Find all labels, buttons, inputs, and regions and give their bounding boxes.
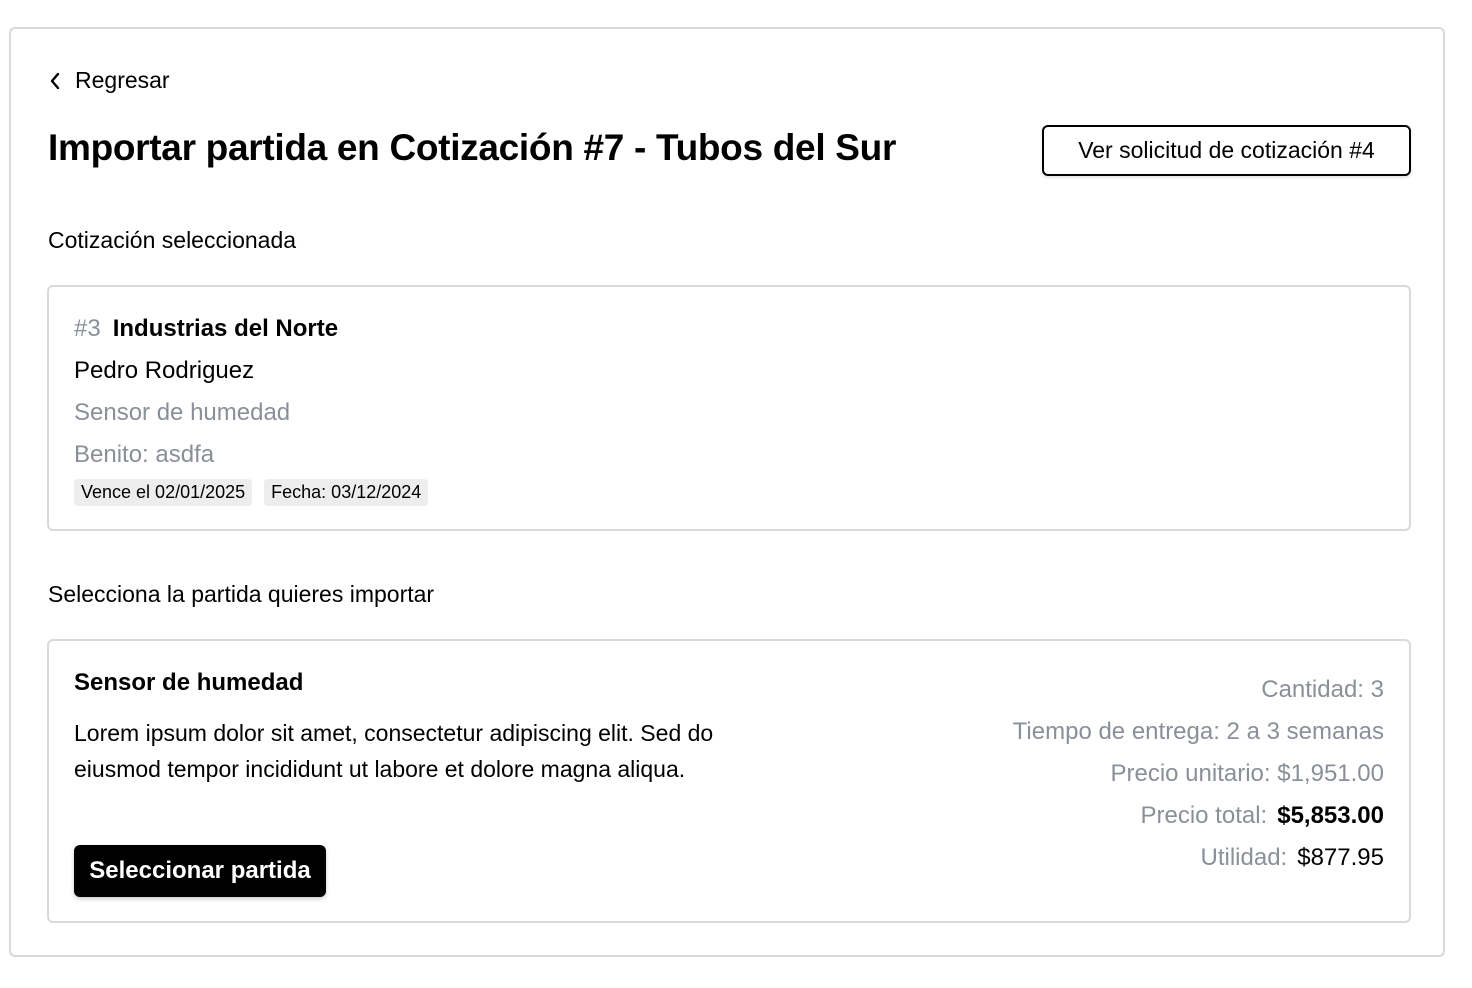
- selected-quote-card: #3 Industrias del Norte Pedro Rodriguez …: [47, 285, 1411, 531]
- item-lead-time: Tiempo de entrega: 2 a 3 semanas: [1012, 718, 1384, 745]
- item-unit-price: Precio unitario: $1,951.00: [1110, 760, 1384, 787]
- item-profit: Utilidad: $877.95: [1013, 837, 1384, 879]
- profit-label: Utilidad:: [1200, 844, 1288, 871]
- item-total-price: Precio total: $5,853.00: [1013, 795, 1384, 837]
- selected-quote-section-label: Cotización seleccionada: [48, 227, 297, 253]
- date-badge: Fecha: 03/12/2024: [264, 479, 429, 506]
- back-link-label: Regresar: [75, 67, 170, 93]
- total-price-value: $5,853.00: [1277, 802, 1384, 829]
- page-container: Regresar Importar partida en Cotización …: [9, 27, 1445, 957]
- quote-badges: Vence el 02/01/2025 Fecha: 03/12/2024: [74, 479, 429, 506]
- quote-header: #3 Industrias del Norte: [74, 315, 338, 343]
- quote-product: Sensor de humedad: [74, 399, 291, 426]
- profit-value: $877.95: [1297, 844, 1384, 871]
- quote-id: #3: [74, 315, 101, 342]
- quote-company: Industrias del Norte: [112, 315, 339, 342]
- chevron-left-icon: [49, 72, 61, 90]
- page-title: Importar partida en Cotización #7 - Tubo…: [48, 127, 897, 168]
- quote-note: Benito: asdfa: [74, 441, 215, 468]
- due-date-badge: Vence el 02/01/2025: [74, 479, 253, 506]
- item-picker-section-label: Selecciona la partida quieres importar: [48, 581, 435, 607]
- item-description: Lorem ipsum dolor sit amet, consectetur …: [74, 720, 714, 782]
- select-item-button[interactable]: Seleccionar partida: [74, 845, 326, 897]
- item-name: Sensor de humedad: [74, 669, 304, 696]
- view-quote-request-button[interactable]: Ver solicitud de cotización #4: [1042, 125, 1411, 176]
- item-quantity: Cantidad: 3: [1261, 676, 1384, 703]
- quote-contact: Pedro Rodriguez: [74, 357, 255, 384]
- back-link[interactable]: Regresar: [49, 67, 170, 94]
- item-metrics: Cantidad: 3 Tiempo de entrega: 2 a 3 sem…: [1013, 669, 1384, 879]
- item-card: Sensor de humedad Lorem ipsum dolor sit …: [47, 639, 1411, 923]
- total-price-label: Precio total:: [1140, 802, 1268, 829]
